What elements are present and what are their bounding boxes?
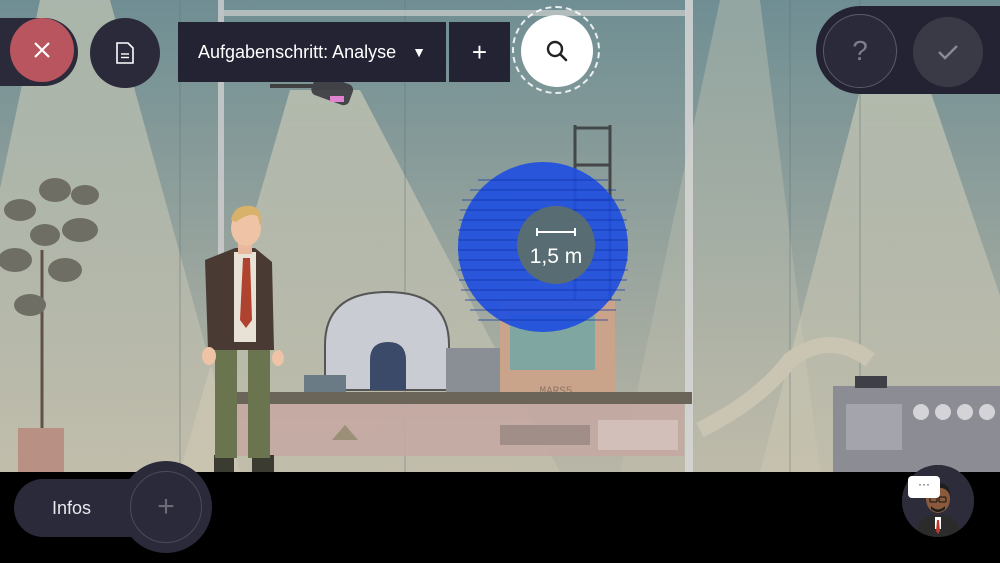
- check-icon: [938, 45, 958, 60]
- document-button[interactable]: [90, 18, 160, 88]
- task-step-select[interactable]: Aufgabenschritt: Analyse ▼: [178, 22, 446, 82]
- help-button[interactable]: ?: [823, 14, 897, 88]
- search-icon: [546, 40, 568, 62]
- chevron-down-icon: ▼: [412, 44, 426, 60]
- chat-bubble-icon: ···: [908, 476, 940, 498]
- document-icon: [116, 42, 134, 64]
- confirm-button[interactable]: [913, 17, 983, 87]
- infos-label: Infos: [52, 497, 92, 518]
- measurement-label: 1,5 m: [529, 245, 583, 268]
- task-step-label: Aufgabenschritt: Analyse: [198, 41, 397, 62]
- search-button[interactable]: [521, 15, 593, 87]
- add-step-button[interactable]: +: [449, 22, 510, 82]
- plus-icon: +: [130, 471, 202, 543]
- close-button[interactable]: [10, 18, 74, 82]
- close-icon: [34, 42, 50, 58]
- add-button[interactable]: +: [120, 461, 212, 553]
